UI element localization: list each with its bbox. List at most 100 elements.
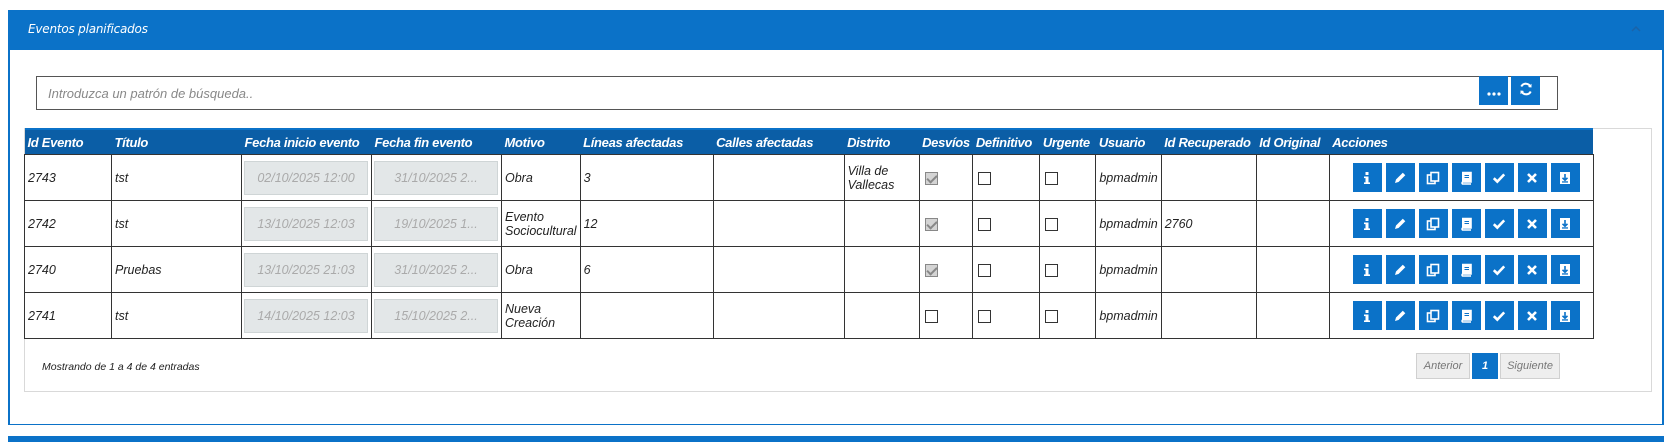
check-button[interactable] — [1484, 301, 1514, 330]
urgente-checkbox[interactable] — [1045, 217, 1059, 231]
next-panel-header — [8, 436, 1664, 442]
panel-header[interactable]: Eventos planificados — [8, 10, 1664, 50]
close-button[interactable] — [1517, 255, 1547, 284]
table-row[interactable]: 2741 tst 14/10/2025 12:03 15/10/2025 2... Nu… — [24, 292, 1594, 339]
urgente-checkbox[interactable] — [1045, 171, 1059, 185]
urgente-checkbox[interactable] — [1045, 309, 1059, 323]
download-icon — [1558, 263, 1572, 277]
copy-button[interactable] — [1418, 163, 1448, 192]
desvios-cell — [918, 246, 974, 293]
cell-distrito — [843, 292, 920, 339]
pagination-page-1[interactable]: 1 — [1472, 353, 1498, 379]
info-button[interactable] — [1352, 209, 1382, 238]
download-icon — [1558, 171, 1572, 185]
col-definitivo[interactable]: Definitivo — [972, 128, 1040, 155]
book-icon — [1459, 171, 1473, 185]
table-row[interactable]: 2740 Pruebas 13/10/2025 21:03 31/10/2025 2.… — [24, 246, 1594, 293]
panel-title: Eventos planificados — [28, 22, 148, 36]
table-row[interactable]: 2742 tst 13/10/2025 12:03 19/10/2025 1... Ev… — [24, 200, 1594, 247]
search-placeholder: Introduzca un patrón de búsqueda.. — [48, 86, 254, 101]
pagination-next[interactable]: Siguiente — [1500, 353, 1560, 379]
info-button[interactable] — [1352, 301, 1382, 330]
urgente-cell — [1039, 154, 1097, 201]
col-titulo[interactable]: Título — [111, 128, 242, 155]
definitivo-checkbox[interactable] — [978, 309, 992, 323]
copy-button[interactable] — [1418, 301, 1448, 330]
urgente-cell — [1039, 200, 1097, 247]
pagination-prev[interactable]: Anterior — [1416, 353, 1470, 379]
edit-button[interactable] — [1385, 163, 1415, 192]
check-button[interactable] — [1484, 209, 1514, 238]
definitivo-checkbox[interactable] — [978, 217, 992, 231]
close-button[interactable] — [1517, 163, 1547, 192]
definitivo-cell — [972, 154, 1041, 201]
book-button[interactable] — [1451, 255, 1481, 284]
actions-cell — [1328, 246, 1594, 293]
cell-titulo: tst — [111, 292, 242, 339]
urgente-checkbox[interactable] — [1045, 263, 1059, 277]
download-button[interactable] — [1550, 163, 1580, 192]
check-button[interactable] — [1484, 163, 1514, 192]
cell-lineas: 12 — [579, 200, 714, 247]
close-icon — [1525, 217, 1539, 231]
book-button[interactable] — [1451, 163, 1481, 192]
download-button[interactable] — [1550, 301, 1580, 330]
close-button[interactable] — [1517, 301, 1547, 330]
definitivo-checkbox[interactable] — [978, 263, 992, 277]
col-fecha-fin[interactable]: Fecha fin evento — [371, 128, 502, 155]
close-button[interactable] — [1517, 209, 1547, 238]
cell-distrito: Villa de Vallecas — [843, 154, 920, 201]
more-options-button[interactable] — [1479, 76, 1508, 105]
fecha-inicio-input: 13/10/2025 12:03 — [244, 206, 368, 241]
fecha-fin-cell: 31/10/2025 2... — [371, 154, 502, 201]
info-icon — [1360, 171, 1374, 185]
download-button[interactable] — [1550, 209, 1580, 238]
col-id-original[interactable]: Id Original — [1256, 128, 1330, 155]
search-input[interactable]: Introduzca un patrón de búsqueda.. — [36, 76, 1558, 110]
refresh-button[interactable] — [1511, 76, 1540, 105]
ellipsis-icon — [1486, 81, 1501, 100]
copy-button[interactable] — [1418, 209, 1448, 238]
col-id-recuperado[interactable]: Id Recuperado — [1161, 128, 1257, 155]
definitivo-checkbox[interactable] — [978, 171, 992, 185]
cell-id-recuperado — [1160, 292, 1257, 339]
cell-calles — [712, 154, 845, 201]
book-icon — [1459, 217, 1473, 231]
table-info: Mostrando de 1 a 4 de 4 entradas — [42, 361, 200, 373]
info-button[interactable] — [1352, 255, 1382, 284]
download-button[interactable] — [1550, 255, 1580, 284]
check-icon — [1492, 263, 1506, 277]
book-button[interactable] — [1451, 301, 1481, 330]
cell-motivo: Nueva Creación — [501, 292, 581, 339]
cell-distrito — [843, 246, 920, 293]
cell-titulo: tst — [111, 154, 242, 201]
col-motivo[interactable]: Motivo — [501, 128, 581, 155]
cell-id-evento: 2742 — [24, 200, 112, 247]
col-usuario[interactable]: Usuario — [1095, 128, 1162, 155]
col-calles[interactable]: Calles afectadas — [713, 128, 845, 155]
col-id-evento[interactable]: Id Evento — [24, 128, 112, 155]
actions-cell — [1328, 292, 1594, 339]
info-button[interactable] — [1352, 163, 1382, 192]
copy-button[interactable] — [1418, 255, 1448, 284]
close-icon — [1525, 171, 1539, 185]
col-lineas[interactable]: Líneas afectadas — [580, 128, 714, 155]
book-button[interactable] — [1451, 209, 1481, 238]
col-fecha-inicio[interactable]: Fecha inicio evento — [241, 128, 372, 155]
fecha-inicio-input: 14/10/2025 12:03 — [244, 298, 368, 333]
fecha-fin-input: 19/10/2025 1... — [374, 206, 498, 241]
cell-lineas — [579, 292, 714, 339]
panel-border-right — [1662, 10, 1664, 425]
col-distrito[interactable]: Distrito — [844, 128, 920, 155]
edit-icon — [1393, 217, 1407, 231]
edit-button[interactable] — [1385, 301, 1415, 330]
edit-button[interactable] — [1385, 255, 1415, 284]
chevron-up-icon[interactable] — [1626, 19, 1646, 39]
download-icon — [1558, 309, 1572, 323]
desvios-checkbox[interactable] — [924, 309, 938, 323]
col-urgente[interactable]: Urgente — [1039, 128, 1096, 155]
edit-button[interactable] — [1385, 209, 1415, 238]
col-desvios[interactable]: Desvíos — [919, 128, 973, 155]
check-button[interactable] — [1484, 255, 1514, 284]
table-row[interactable]: 2743 tst 02/10/2025 12:00 31/10/2025 2... Ob… — [24, 154, 1594, 201]
